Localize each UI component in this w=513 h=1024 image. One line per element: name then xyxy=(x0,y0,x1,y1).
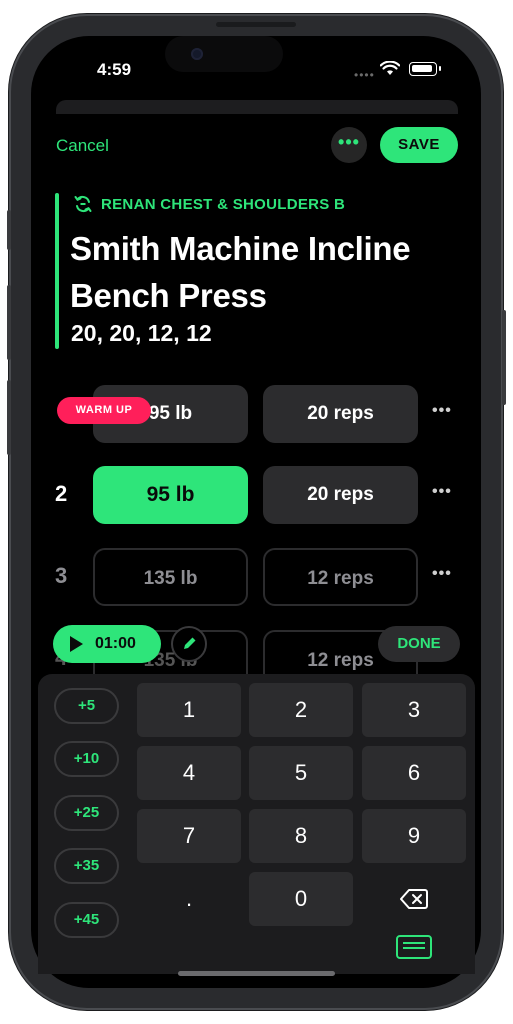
key-1[interactable]: 1 xyxy=(137,683,241,737)
increment-button[interactable]: +35 xyxy=(54,848,119,884)
cancel-button[interactable]: Cancel xyxy=(56,136,109,156)
play-icon xyxy=(70,636,83,652)
increment-button[interactable]: +45 xyxy=(54,902,119,938)
volume-up-button xyxy=(7,285,11,360)
key-0[interactable]: 0 xyxy=(249,872,353,926)
keyboard-dismiss-icon[interactable] xyxy=(396,935,432,959)
set-number: 3 xyxy=(55,563,68,588)
set-number: 2 xyxy=(55,481,68,506)
rest-timer-button[interactable]: 01:00 xyxy=(53,625,161,663)
mute-switch xyxy=(7,210,11,250)
status-time: 4:59 xyxy=(97,60,132,79)
backspace-key[interactable] xyxy=(362,872,466,926)
backspace-icon xyxy=(400,889,428,909)
edit-timer-button[interactable] xyxy=(171,626,207,662)
sheet-background xyxy=(56,100,458,114)
set-row: 2 95 lb 20 reps ••• xyxy=(0,466,513,524)
wifi-icon xyxy=(380,61,400,75)
key-5[interactable]: 5 xyxy=(249,746,353,800)
home-indicator xyxy=(178,971,335,976)
reps-cell[interactable]: 20 reps xyxy=(263,466,418,524)
key-decimal[interactable]: . xyxy=(137,872,241,926)
increment-button[interactable]: +25 xyxy=(54,795,119,831)
dynamic-island xyxy=(165,36,283,72)
done-button[interactable]: DONE xyxy=(378,626,460,662)
increment-button[interactable]: +10 xyxy=(54,741,119,777)
set-more-button[interactable]: ••• xyxy=(432,565,452,583)
speaker xyxy=(216,22,296,27)
warmup-badge[interactable]: WARM UP xyxy=(57,397,151,424)
routine-name[interactable]: RENAN CHEST & SHOULDERS B xyxy=(101,196,345,213)
key-4[interactable]: 4 xyxy=(137,746,241,800)
set-more-button[interactable]: ••• xyxy=(432,483,452,501)
routine-cycle-icon xyxy=(74,195,92,213)
key-7[interactable]: 7 xyxy=(137,809,241,863)
signal-icon: •••• xyxy=(354,68,375,82)
set-more-button[interactable]: ••• xyxy=(432,402,452,420)
increment-button[interactable]: +5 xyxy=(54,688,119,724)
key-3[interactable]: 3 xyxy=(362,683,466,737)
weight-cell[interactable]: 135 lb xyxy=(93,548,248,606)
save-button[interactable]: SAVE xyxy=(380,127,458,163)
weight-cell[interactable]: 95 lb xyxy=(93,466,248,524)
key-6[interactable]: 6 xyxy=(362,746,466,800)
set-row: 3 135 lb 12 reps ••• xyxy=(0,548,513,606)
exercise-title: Smith Machine Incline Bench Press xyxy=(70,230,411,314)
key-9[interactable]: 9 xyxy=(362,809,466,863)
reps-summary: 20, 20, 12, 12 xyxy=(71,320,212,346)
more-options-button[interactable]: ••• xyxy=(331,127,367,163)
timer-label: 01:00 xyxy=(95,635,136,652)
pencil-icon xyxy=(184,637,196,649)
key-8[interactable]: 8 xyxy=(249,809,353,863)
key-2[interactable]: 2 xyxy=(249,683,353,737)
reps-cell[interactable]: 20 reps xyxy=(263,385,418,443)
accent-bar xyxy=(55,193,59,349)
camera-icon xyxy=(191,48,203,60)
battery-icon xyxy=(409,62,441,76)
reps-cell[interactable]: 12 reps xyxy=(263,548,418,606)
